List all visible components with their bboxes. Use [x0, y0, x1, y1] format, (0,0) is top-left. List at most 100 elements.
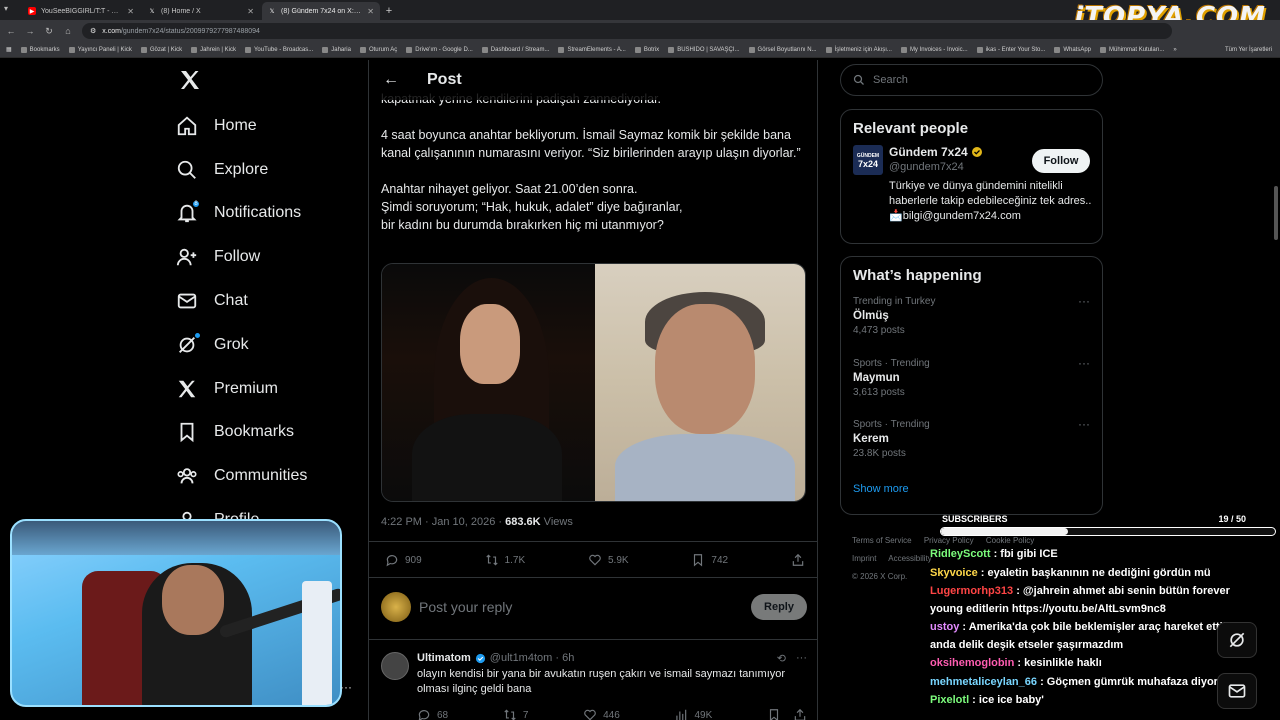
footer-link[interactable]: Imprint: [852, 554, 876, 563]
avatar[interactable]: GÜNDEM 7x24: [853, 145, 883, 175]
avatar[interactable]: [381, 592, 411, 622]
chat-username[interactable]: RidleyScott: [930, 548, 991, 560]
chat-username[interactable]: Pixelotl: [930, 694, 969, 706]
nav-explore[interactable]: Explore: [170, 148, 370, 192]
back-arrow-icon[interactable]: ←: [383, 71, 399, 89]
bookmark-item[interactable]: BUSHIDO | SAVAŞÇI...: [668, 46, 740, 53]
more-bookmarks-button[interactable]: »: [1173, 47, 1176, 53]
search-input[interactable]: Search: [840, 64, 1103, 96]
page-scrollbar[interactable]: [1274, 186, 1278, 240]
nav-follow[interactable]: Follow: [170, 235, 370, 279]
reply-author-name[interactable]: Ultimatom: [417, 652, 471, 664]
tweet-media[interactable]: [381, 263, 806, 502]
bookmark-item[interactable]: Mühimmat Kutuları...: [1100, 46, 1164, 53]
bookmark-action[interactable]: 742: [691, 553, 728, 567]
nav-grok[interactable]: Grok: [170, 323, 370, 367]
footer-link[interactable]: Cookie Policy: [986, 536, 1034, 545]
nav-notifications[interactable]: 8 Notifications: [170, 192, 370, 236]
home-browser-icon[interactable]: ⌂: [63, 26, 73, 36]
trend-item[interactable]: Trending in Turkey Ölmüş 4,473 posts ···: [853, 292, 1090, 354]
person-name[interactable]: Gündem 7x24: [889, 145, 968, 159]
footer-link[interactable]: Accessibility: [888, 554, 932, 563]
nav-communities[interactable]: Communities: [170, 454, 370, 498]
chat-username[interactable]: oksihemoglobin: [930, 657, 1014, 669]
close-tab-icon[interactable]: ✕: [367, 7, 374, 16]
site-info-icon[interactable]: ⚙: [90, 27, 96, 35]
subs-count: 19 / 50: [1218, 514, 1246, 524]
follow-button[interactable]: Follow: [1032, 149, 1090, 173]
messages-float-button[interactable]: [1217, 673, 1257, 709]
chat-username[interactable]: Lugermorhp313: [930, 585, 1013, 597]
more-options-icon[interactable]: ···: [1078, 356, 1090, 370]
grok-explain-icon[interactable]: ⟲: [777, 652, 786, 665]
browser-tab-youtube[interactable]: ▶ YouSeeBIGGIRL/T:T - YouTube ✕: [22, 2, 140, 20]
trend-item[interactable]: Sports · Trending Maymun 3,613 posts ···: [853, 354, 1090, 416]
reply-action[interactable]: 68: [417, 708, 448, 720]
share-icon[interactable]: [793, 708, 807, 720]
footer-link[interactable]: Terms of Service: [852, 536, 912, 545]
nav-home[interactable]: Home: [170, 104, 370, 148]
x-logo-icon[interactable]: [172, 62, 208, 98]
chat-username[interactable]: Skyvoice: [930, 567, 978, 579]
repost-action[interactable]: 1.7K: [485, 553, 525, 567]
like-action[interactable]: 5.9K: [588, 553, 629, 567]
nav-chat[interactable]: Chat: [170, 279, 370, 323]
repost-action[interactable]: 7: [503, 708, 528, 720]
bookmark-item[interactable]: Oturum Aç: [359, 46, 397, 53]
grok-float-button[interactable]: [1217, 622, 1257, 658]
show-more-link[interactable]: Show more: [853, 477, 1090, 495]
chat-username[interactable]: mehmetaliceylan_66: [930, 676, 1037, 688]
back-arrow-icon[interactable]: ←: [6, 26, 16, 36]
apps-grid-icon[interactable]: ▦: [6, 46, 12, 53]
url-field[interactable]: ⚙ x.com/gundem7x24/status/20099792779874…: [82, 23, 1172, 39]
reply-author-handle[interactable]: @ult1m4tom · 6h: [490, 652, 575, 664]
bookmark-item[interactable]: Bookmarks: [20, 46, 60, 53]
reply-button[interactable]: Reply: [751, 594, 807, 620]
footer-link[interactable]: Privacy Policy: [924, 536, 974, 545]
browser-tab-x-home[interactable]: 𝕏 (8) Home / X ✕: [142, 2, 260, 20]
views-action[interactable]: 49K: [674, 708, 712, 720]
close-tab-icon[interactable]: ✕: [247, 7, 254, 16]
nav-premium[interactable]: Premium: [170, 367, 370, 411]
photo-woman[interactable]: [382, 264, 595, 501]
bookmark-item[interactable]: My Invoices - Invoic...: [900, 46, 968, 53]
more-options-icon[interactable]: ···: [340, 680, 352, 694]
bookmark-item[interactable]: WhatsApp: [1054, 46, 1091, 53]
forward-arrow-icon[interactable]: →: [25, 26, 35, 36]
avatar[interactable]: [381, 652, 409, 680]
bookmark-item[interactable]: Jaharia: [322, 46, 351, 53]
reply-input[interactable]: Post your reply: [419, 599, 751, 615]
views-count: 683.6K: [505, 516, 541, 528]
tab-search-icon[interactable]: ▾: [4, 4, 8, 13]
share-action[interactable]: [791, 553, 805, 567]
reply-action[interactable]: 909: [385, 553, 422, 567]
photo-man[interactable]: [595, 264, 805, 501]
bookmark-item[interactable]: Botrix: [634, 46, 659, 53]
all-bookmarks-folder[interactable]: Tüm Yer İşaretleri: [1225, 47, 1272, 53]
bookmark-item[interactable]: Drive'ım - Google D...: [406, 46, 473, 53]
reload-icon[interactable]: ↻: [44, 26, 54, 37]
trend-item[interactable]: Sports · Trending Kerem 23.8K posts ···: [853, 415, 1090, 477]
relevant-person[interactable]: GÜNDEM 7x24 Gündem 7x24 @gundem7x24 Türk…: [853, 145, 1091, 235]
bookmark-icon[interactable]: [767, 708, 781, 720]
bookmark-item[interactable]: Dashboard / Stream...: [481, 46, 549, 53]
tweet-time[interactable]: 4:22 PM · Jan 10, 2026 ·: [381, 516, 505, 528]
new-tab-button[interactable]: +: [380, 2, 398, 20]
bookmark-item[interactable]: StreamElements - A...: [558, 46, 626, 53]
nav-bookmarks[interactable]: Bookmarks: [170, 411, 370, 455]
like-action[interactable]: 446: [583, 708, 620, 720]
bookmark-item[interactable]: Yayıncı Paneli | Kick: [68, 46, 132, 53]
browser-tab-post[interactable]: 𝕏 (8) Gündem 7x24 on X: "Avukat ✕: [262, 2, 380, 20]
bookmark-item[interactable]: İşletmeniz için Akıșı...: [825, 46, 892, 53]
more-options-icon[interactable]: ···: [796, 652, 807, 665]
bookmark-item[interactable]: Gözat | Kick: [140, 46, 182, 53]
bookmark-item[interactable]: ikas - Enter Your Sto...: [976, 46, 1045, 53]
bookmark-item[interactable]: Görsel Boyutlarını N...: [748, 46, 817, 53]
more-options-icon[interactable]: ···: [1078, 417, 1090, 431]
close-tab-icon[interactable]: ✕: [127, 7, 134, 16]
bookmark-item[interactable]: Jahrein | Kick: [191, 46, 236, 53]
more-options-icon[interactable]: ···: [1078, 294, 1090, 308]
person-handle[interactable]: @gundem7x24: [889, 161, 964, 173]
bookmark-item[interactable]: YouTube - Broadcas...: [244, 46, 313, 53]
chat-username[interactable]: ustoy: [930, 621, 959, 633]
